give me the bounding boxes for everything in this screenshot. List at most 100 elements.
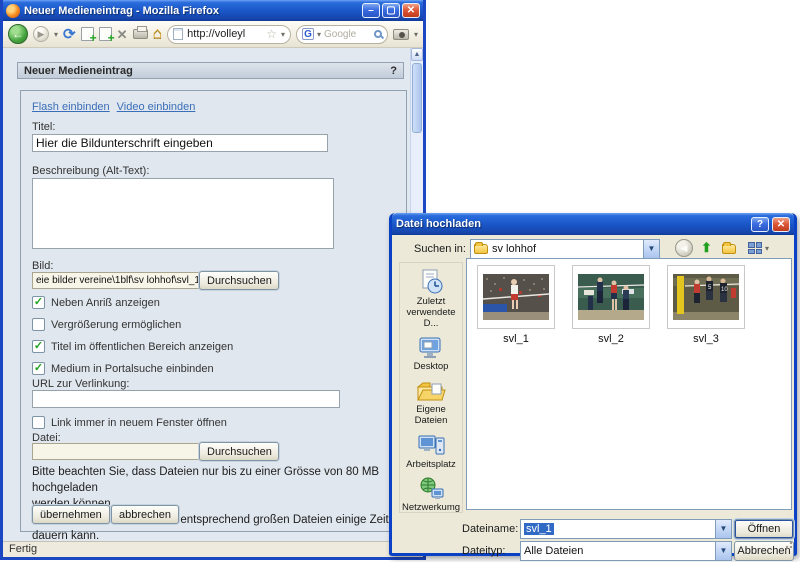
lookin-label: Suchen in: (414, 243, 466, 255)
lookin-value: sv lohhof (492, 243, 536, 255)
scrollbar-thumb[interactable] (412, 63, 422, 133)
vergroesserung-checkbox[interactable] (32, 318, 45, 331)
lookin-dropdown-icon[interactable]: ▼ (643, 240, 659, 258)
help-link[interactable]: ? (390, 65, 397, 77)
checkbox-row-vergroesserung: Vergrößerung ermöglichen (32, 318, 396, 331)
stop-button[interactable]: ✕ (117, 28, 128, 41)
anriss-checkbox[interactable] (32, 296, 45, 309)
search-box[interactable]: G ▾ Google (296, 25, 388, 44)
cancel-form-button[interactable]: abbrechen (111, 505, 179, 524)
file-item-svl3[interactable]: 5 10 svl_3 (667, 265, 745, 509)
checkbox-row-anriss: Neben Anriß anzeigen (32, 296, 396, 309)
page-title: Neuer Medieneintrag (24, 65, 390, 77)
submit-button[interactable]: übernehmen (32, 505, 110, 524)
maximize-button[interactable]: ▢ (382, 3, 400, 18)
close-button[interactable]: ✕ (402, 3, 420, 18)
place-desktop[interactable]: Desktop (400, 336, 462, 372)
my-computer-icon (416, 433, 446, 458)
page-content: ▲ Neuer Medieneintrag ? Flash einbinden … (3, 48, 423, 541)
file-item-svl2[interactable]: svl_2 (572, 265, 650, 509)
file-upload-dialog: Datei hochladen ? ✕ Suchen in: sv lohhof… (389, 213, 797, 556)
home-button[interactable]: ⌂ (153, 26, 163, 42)
checkbox-row-new-window: Link immer in neuem Fenster öffnen (32, 416, 396, 429)
titel-public-checkbox[interactable] (32, 340, 45, 353)
titel-public-label: Titel im öffentlichen Bereich anzeigen (51, 341, 233, 353)
new-window-icon[interactable] (99, 27, 112, 41)
titel-input[interactable] (32, 134, 328, 152)
new-folder-icon[interactable] (722, 244, 736, 254)
bild-browse-button[interactable]: Durchsuchen (199, 271, 279, 290)
beschreibung-textarea[interactable] (32, 178, 334, 249)
forward-button[interactable]: ▶ (33, 26, 49, 42)
url-verlinkung-label: URL zur Verlinkung: (32, 378, 396, 390)
url-dropdown-icon[interactable]: ▾ (281, 30, 285, 39)
datei-browse-button[interactable]: Durchsuchen (199, 442, 279, 461)
datei-path-input[interactable] (32, 443, 202, 460)
dialog-help-button[interactable]: ? (751, 217, 769, 232)
portalsuche-label: Medium in Portalsuche einbinden (51, 363, 214, 375)
url-text[interactable]: http://volleyl (187, 28, 262, 40)
video-embed-link[interactable]: Video einbinden (117, 101, 196, 113)
file-item-svl1[interactable]: svl_1 (477, 265, 555, 509)
firefox-titlebar[interactable]: Neuer Medieneintrag - Mozilla Firefox – … (3, 0, 423, 21)
place-arbeitsplatz[interactable]: Arbeitsplatz (400, 433, 462, 470)
recent-documents-icon (416, 269, 446, 295)
search-engine-dropdown-icon[interactable]: ▾ (317, 30, 321, 39)
view-menu-dropdown-icon[interactable]: ▾ (765, 244, 769, 253)
dialog-title: Datei hochladen (396, 218, 748, 230)
search-icon[interactable] (374, 30, 382, 38)
volleyball-photo-3: 5 10 (673, 274, 739, 320)
open-button[interactable]: Öffnen (734, 519, 794, 539)
up-level-icon[interactable]: ⬆ (701, 241, 712, 254)
volleyball-photo-2 (578, 274, 644, 320)
bookmark-star-icon[interactable]: ☆ (266, 27, 277, 41)
dialog-titlebar[interactable]: Datei hochladen ? ✕ (392, 213, 794, 235)
scroll-up-icon[interactable]: ▲ (411, 48, 423, 61)
note-line-1: Bitte beachten Sie, dass Dateien nur bis… (32, 464, 396, 496)
place-eigene-dateien[interactable]: Eigene Dateien (400, 379, 462, 426)
minimize-button[interactable]: – (362, 3, 380, 18)
status-text: Fertig (9, 543, 37, 555)
view-menu-icon[interactable] (748, 242, 762, 254)
filetype-dropdown-icon[interactable]: ▼ (715, 542, 731, 560)
place-label: Zuletzt verwendete D... (401, 296, 461, 329)
anriss-label: Neben Anriß anzeigen (51, 297, 160, 309)
reload-button[interactable]: ⟳ (63, 27, 76, 42)
url-bar[interactable]: http://volleyl ☆ ▾ (167, 25, 291, 44)
media-entry-form: Flash einbinden Video einbinden Titel: B… (20, 90, 407, 532)
screenshot-icon[interactable] (393, 29, 409, 40)
checkbox-row-titel-public: Titel im öffentlichen Bereich anzeigen (32, 340, 396, 353)
place-netzwerkumgebung[interactable]: Netzwerkumgebung (400, 477, 462, 513)
url-verlinkung-input[interactable] (32, 390, 340, 408)
desktop-icon (416, 336, 446, 360)
place-label: Arbeitsplatz (401, 459, 461, 470)
flash-embed-link[interactable]: Flash einbinden (32, 101, 110, 113)
new-tab-icon[interactable] (81, 27, 94, 41)
thumbnail-frame (477, 265, 555, 329)
thumbnail-frame (572, 265, 650, 329)
status-bar: Fertig (3, 541, 423, 557)
new-window-checkbox[interactable] (32, 416, 45, 429)
history-dropdown-icon[interactable]: ▾ (54, 30, 58, 39)
filename-dropdown-icon[interactable]: ▼ (715, 520, 731, 538)
dialog-close-button[interactable]: ✕ (772, 217, 790, 232)
toolbar-overflow-icon[interactable]: ▾ (414, 30, 418, 39)
lookin-combobox[interactable]: sv lohhof ▼ (470, 239, 660, 259)
place-recent[interactable]: Zuletzt verwendete D... (400, 269, 462, 329)
places-bar: Zuletzt verwendete D... Desktop (399, 262, 463, 513)
back-folder-icon[interactable]: ◀ (675, 239, 693, 257)
google-logo-icon[interactable]: G (302, 28, 314, 40)
svg-text:10: 10 (721, 287, 728, 293)
window-title: Neuer Medieneintrag - Mozilla Firefox (24, 5, 358, 17)
bild-path-input[interactable] (32, 272, 202, 289)
filetype-combobox[interactable]: Alle Dateien ▼ (520, 541, 732, 561)
filename-combobox[interactable]: svl_1 ▼ (520, 519, 732, 539)
print-button[interactable] (133, 29, 148, 39)
portalsuche-checkbox[interactable] (32, 362, 45, 375)
resize-grip[interactable] (783, 539, 793, 549)
back-button[interactable]: ← (8, 24, 28, 44)
place-label: Netzwerkumgebung (401, 502, 461, 513)
network-icon (416, 477, 446, 501)
search-placeholder[interactable]: Google (324, 29, 371, 40)
place-label: Eigene Dateien (401, 404, 461, 426)
